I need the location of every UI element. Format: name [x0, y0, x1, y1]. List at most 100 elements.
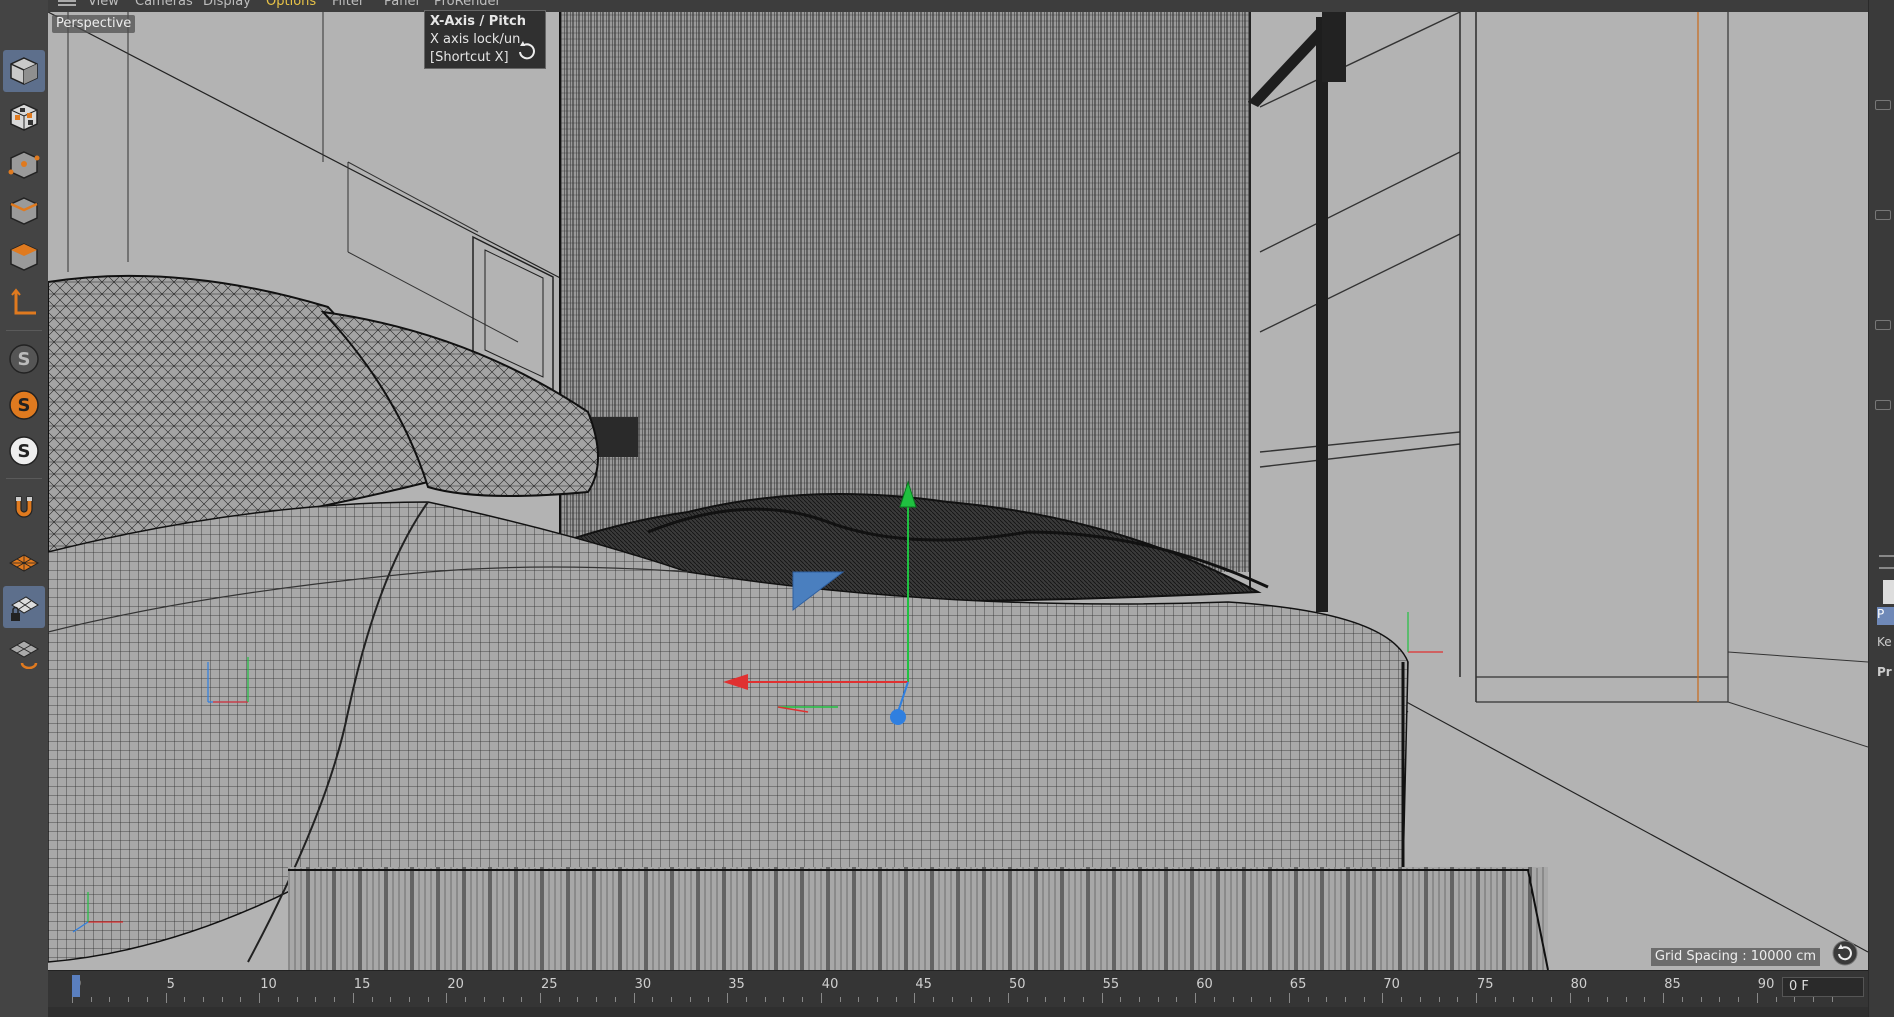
navigation-refresh-icon[interactable]: [1832, 940, 1858, 966]
timeline-tick-mark: [1681, 997, 1683, 1002]
workplane-align-button[interactable]: [3, 632, 45, 674]
timeline[interactable]: 051015202530354045505560657075808590 0 F: [48, 971, 1868, 1017]
solo-single-button[interactable]: S: [3, 384, 45, 426]
hamburger-icon[interactable]: [58, 0, 76, 8]
rotate-icon: [519, 41, 535, 60]
timeline-tick-mark: [1008, 993, 1009, 1003]
timeline-playhead[interactable]: [72, 975, 80, 997]
points-mode-button[interactable]: [3, 144, 45, 186]
menu-filter[interactable]: Filter: [332, 0, 364, 9]
solo-s-white-icon: S: [9, 436, 39, 466]
timeline-tick-mark: [1101, 993, 1103, 1003]
tab-project[interactable]: P: [1877, 607, 1894, 625]
menu-panel[interactable]: Panel: [384, 0, 419, 9]
timeline-tick-mark: [334, 997, 336, 1002]
axis-mode-button[interactable]: [3, 282, 45, 324]
timeline-tick-mark: [427, 997, 429, 1002]
timeline-tick-mark: [1494, 997, 1496, 1002]
timeline-tick-mark: [203, 997, 205, 1002]
model-mode-button[interactable]: [3, 50, 45, 92]
panel-toggle-icon[interactable]: [1875, 400, 1891, 410]
timeline-tick-mark: [1419, 997, 1421, 1002]
timeline-tick-mark: [689, 997, 691, 1002]
timeline-tick-mark: [577, 997, 579, 1002]
timeline-tick-mark: [1120, 997, 1122, 1002]
perspective-viewport[interactable]: Perspective Grid Spacing : 10000 cm: [48, 12, 1868, 971]
grid-rotate-icon: [8, 640, 40, 669]
left-toolbar: S S S: [0, 0, 49, 1017]
timeline-tick-mark: [1569, 993, 1571, 1003]
tooltip-description: X axis lock/unlock: [430, 32, 520, 47]
timeline-tick-mark: [1139, 997, 1141, 1002]
timeline-tick-mark: [540, 993, 541, 1003]
timeline-tick-mark: [1588, 997, 1590, 1002]
current-frame-field[interactable]: 0 F: [1782, 977, 1864, 997]
axis-lock-tooltip: X-Axis / Pitch X axis lock/unlock [Short…: [424, 10, 546, 69]
svg-text:S: S: [18, 395, 31, 416]
timeline-tick-mark: [1476, 993, 1477, 1003]
timeline-tick-mark: [802, 997, 804, 1002]
timeline-ruler[interactable]: 051015202530354045505560657075808590: [72, 971, 1833, 1003]
view-label[interactable]: Perspective: [52, 15, 136, 33]
solo-s-orange-icon: S: [9, 390, 39, 420]
timeline-tick-mark: [596, 997, 598, 1002]
timeline-tick-mark: [1663, 993, 1665, 1003]
timeline-tick-mark: [858, 997, 860, 1002]
solo-hierarchy-button[interactable]: S: [3, 430, 45, 472]
axis-icon: [11, 288, 36, 315]
tab-keys[interactable]: Ke: [1877, 635, 1894, 653]
timeline-tick-mark: [745, 997, 747, 1002]
menu-display[interactable]: Display: [203, 0, 251, 9]
object-icon: [1883, 580, 1894, 604]
timeline-tick-mark: [1812, 997, 1814, 1002]
timeline-tick-mark: [1756, 993, 1758, 1003]
snap-button[interactable]: [3, 486, 45, 528]
timeline-tick-mark: [895, 997, 897, 1002]
panel-toggle-icon[interactable]: [1875, 210, 1891, 220]
timeline-tick-mark: [240, 997, 242, 1002]
timeline-tick-mark: [521, 997, 523, 1002]
timeline-tick-mark: [1457, 997, 1459, 1002]
menu-lines-icon[interactable]: [1879, 555, 1894, 569]
timeline-tick-mark: [1270, 997, 1272, 1002]
timeline-tick-mark: [633, 993, 635, 1003]
timeline-tick-mark: [1719, 997, 1721, 1002]
timeline-tick-mark: [1550, 997, 1552, 1002]
workplane-icon: [8, 554, 40, 572]
timeline-tick-mark: [446, 993, 448, 1003]
grid-spacing-readout: Grid Spacing : 10000 cm: [1650, 948, 1820, 966]
polygons-mode-button[interactable]: [3, 236, 45, 278]
timeline-tick-mark: [951, 997, 953, 1002]
timeline-tick-label: 90: [1757, 977, 1775, 992]
tooltip-title: X-Axis / Pitch: [430, 14, 526, 29]
timeline-tick-mark: [764, 997, 766, 1002]
timeline-tick-mark: [1082, 997, 1084, 1002]
timeline-tick-mark: [1213, 997, 1215, 1002]
panel-toggle-icon[interactable]: [1875, 100, 1891, 110]
timeline-tick-mark: [221, 997, 223, 1002]
menu-view[interactable]: View: [88, 0, 119, 9]
viewport-menubar: View Cameras Display Options Filter Pane…: [48, 0, 1868, 12]
polygons-cube-icon: [10, 243, 38, 271]
timeline-tick-mark: [296, 997, 298, 1002]
timeline-tick-mark: [1794, 997, 1796, 1002]
menu-prorender[interactable]: ProRender: [434, 0, 501, 9]
workplane-button[interactable]: [3, 540, 45, 582]
wireframe-scene[interactable]: [48, 12, 1868, 970]
solo-off-button[interactable]: S: [3, 338, 45, 380]
locked-grid-icon: [11, 596, 39, 621]
texture-mode-button[interactable]: [3, 96, 45, 138]
timeline-tick-mark: [259, 993, 261, 1003]
tab-properties[interactable]: Pr: [1877, 665, 1894, 683]
timeline-tick-label: 25: [541, 977, 558, 992]
panel-toggle-icon[interactable]: [1875, 320, 1891, 330]
edges-mode-button[interactable]: [3, 190, 45, 232]
timeline-tick-mark: [1438, 997, 1440, 1002]
menu-cameras[interactable]: Cameras: [135, 0, 193, 9]
magnet-icon: [15, 496, 33, 518]
timeline-tick-mark: [671, 997, 673, 1002]
svg-text:S: S: [18, 441, 31, 462]
timeline-tick-label: 80: [1570, 977, 1588, 992]
menu-options[interactable]: Options: [266, 0, 316, 9]
lock-workplane-button[interactable]: [3, 586, 45, 628]
